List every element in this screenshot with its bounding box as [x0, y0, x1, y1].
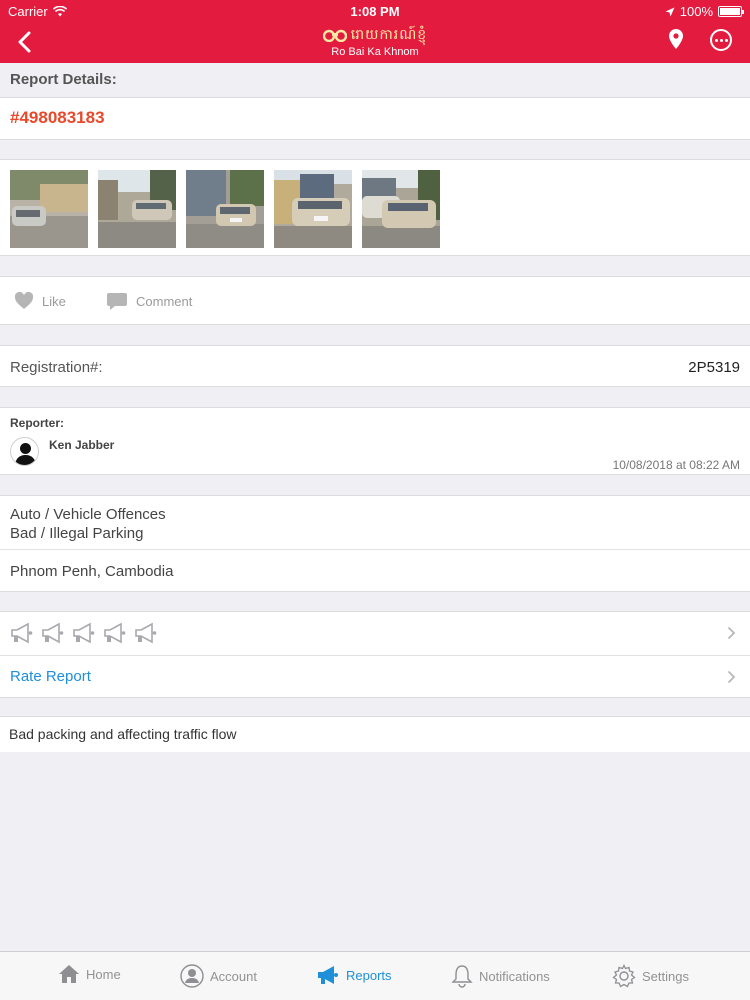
report-id: #498083183	[10, 108, 105, 127]
megaphone-rating-icon	[11, 622, 33, 644]
tab-reports[interactable]: Reports	[316, 964, 392, 986]
chevron-right-icon	[727, 670, 736, 684]
category-card: Auto / Vehicle Offences Bad / Illegal Pa…	[0, 495, 750, 592]
megaphone-rating-icon	[73, 622, 95, 644]
map-pin-icon	[669, 29, 683, 49]
photo-thumbnail[interactable]	[10, 170, 88, 248]
comment-button[interactable]: Comment	[106, 292, 192, 311]
comment-icon	[107, 293, 127, 310]
heart-icon	[14, 292, 34, 309]
rate-report-row[interactable]: Rate Report	[0, 656, 750, 698]
megaphone-rating-icon	[42, 622, 64, 644]
category-label: Auto / Vehicle Offences	[10, 506, 166, 523]
avatar[interactable]	[10, 437, 39, 466]
megaphone-rating-icon	[104, 622, 126, 644]
megaphone-icon	[318, 966, 338, 984]
social-actions: Like Comment	[0, 276, 750, 325]
map-pin-button[interactable]	[668, 28, 684, 55]
more-options-button[interactable]	[710, 29, 732, 51]
binoculars-icon	[322, 29, 347, 42]
dot-icon	[719, 38, 723, 42]
tab-bar: Home Account Reports Notifications Setti…	[0, 951, 750, 1000]
nav-bar: រោយការណ៍ខ្ញុំ Ro Bai Ka Khnom	[0, 22, 750, 63]
reporter-label: Reporter:	[10, 416, 65, 430]
registration-row: Registration#: 2P5319	[0, 345, 750, 387]
tab-settings[interactable]: Settings	[612, 964, 689, 988]
rate-report-link[interactable]: Rate Report	[10, 668, 91, 685]
tab-notifications-label: Notifications	[479, 968, 550, 984]
like-label: Like	[42, 293, 66, 309]
tab-settings-label: Settings	[642, 968, 689, 984]
rating-card: Rate Report	[0, 611, 750, 698]
photo-gallery	[0, 159, 750, 256]
report-id-card: #498083183	[0, 97, 750, 140]
user-silhouette-icon	[15, 443, 36, 465]
dot-icon	[714, 38, 718, 42]
registration-label: Registration#:	[10, 359, 103, 376]
bell-icon	[451, 965, 473, 988]
reporter-name[interactable]: Ken Jabber	[49, 438, 114, 452]
clock: 1:08 PM	[350, 4, 400, 19]
description-card: Bad packing and affecting traffic flow	[0, 716, 750, 752]
divider	[0, 549, 750, 550]
tab-home[interactable]: Home	[58, 964, 121, 984]
photo-thumbnail[interactable]	[98, 170, 176, 248]
gear-icon	[612, 964, 636, 988]
like-button[interactable]: Like	[14, 292, 66, 310]
account-icon	[180, 964, 204, 988]
tab-account-label: Account	[210, 968, 257, 984]
page-title: Report Details:	[10, 71, 117, 88]
photo-thumbnail[interactable]	[186, 170, 264, 248]
location-label: Phnom Penh, Cambodia	[10, 563, 174, 580]
rating-icons	[10, 622, 158, 644]
tab-reports-label: Reports	[346, 967, 392, 983]
status-bar: Carrier 1:08 PM 100%	[0, 0, 750, 22]
subcategory-label: Bad / Illegal Parking	[10, 525, 144, 542]
top-bar: Carrier 1:08 PM 100% រោយការណ៍ខ្ញុំ Ro Ba…	[0, 0, 750, 63]
battery-percent: 100%	[679, 4, 713, 19]
photo-thumbnail[interactable]	[274, 170, 352, 248]
comment-label: Comment	[136, 294, 193, 309]
battery-icon	[718, 6, 744, 17]
report-timestamp: 10/08/2018 at 08:22 AM	[612, 458, 740, 472]
tab-home-label: Home	[86, 966, 121, 982]
registration-value: 2P5319	[688, 359, 740, 376]
megaphone-rating-icon	[135, 622, 157, 644]
chevron-right-icon	[727, 626, 736, 640]
reporter-card: Reporter: Ken Jabber 10/08/2018 at 08:22…	[0, 407, 750, 475]
app-logo: រោយការណ៍ខ្ញុំ Ro Bai Ka Khnom	[0, 24, 750, 59]
home-icon	[59, 965, 79, 983]
app-name: Ro Bai Ka Khnom	[331, 46, 419, 58]
dot-icon	[724, 38, 728, 42]
app-name-khmer: រោយការណ៍ខ្ញុំ	[350, 26, 428, 43]
tab-account[interactable]: Account	[180, 964, 257, 988]
location-arrow-icon	[665, 7, 675, 16]
report-description: Bad packing and affecting traffic flow	[9, 726, 237, 742]
tab-notifications[interactable]: Notifications	[451, 964, 550, 988]
photo-thumbnail[interactable]	[362, 170, 440, 248]
status-right: 100%	[665, 4, 744, 19]
rating-row[interactable]	[0, 612, 750, 655]
